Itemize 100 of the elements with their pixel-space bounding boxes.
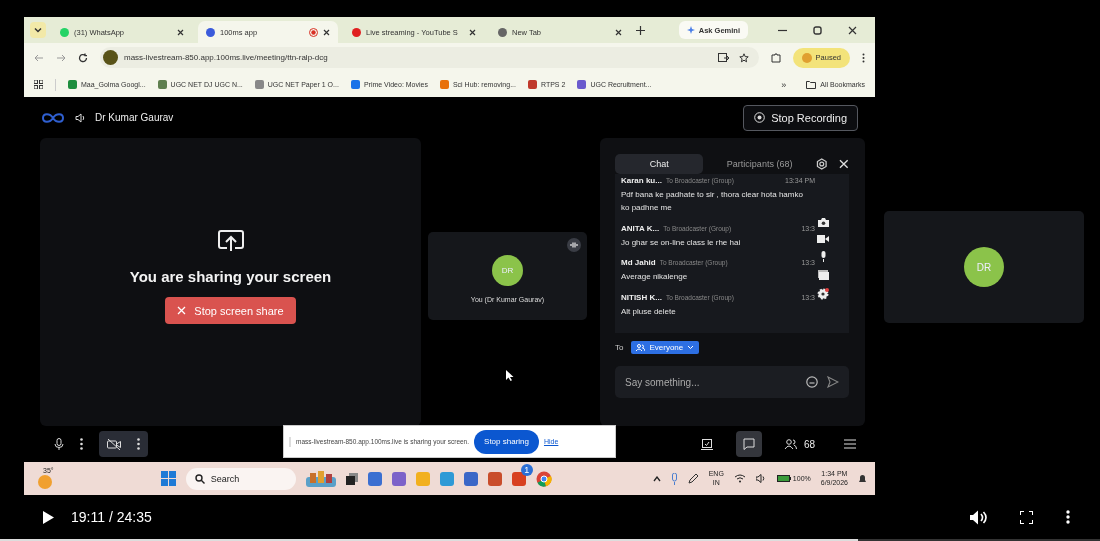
apps-icon[interactable] <box>34 80 43 89</box>
pen-icon[interactable] <box>687 473 699 484</box>
sender-name: Md Jahid <box>621 258 656 268</box>
play-icon[interactable] <box>43 510 54 524</box>
chat-tab[interactable]: Chat <box>615 154 704 174</box>
message-text: Average nikalenge <box>621 271 689 284</box>
avatar: DR <box>492 255 523 286</box>
close-icon[interactable] <box>469 28 476 36</box>
chevron-up-icon[interactable] <box>652 475 661 482</box>
camera-off-icon[interactable] <box>107 438 121 450</box>
host-name: Dr Kumar Gaurav <box>95 112 174 123</box>
volume-icon[interactable] <box>755 474 767 483</box>
people-icon <box>636 344 646 351</box>
windows-start-icon[interactable] <box>160 471 176 486</box>
camera-control[interactable] <box>99 431 148 457</box>
taskbar-app-icon[interactable] <box>367 471 382 486</box>
search-icon <box>194 473 205 484</box>
caret-icon <box>687 345 695 350</box>
taskbar-app-icon[interactable] <box>305 470 336 487</box>
notification-icon[interactable] <box>858 473 867 484</box>
sender-name: ANITA K... <box>621 223 660 233</box>
sender-name: NITISH K... <box>621 293 662 303</box>
more-icon[interactable] <box>80 438 83 450</box>
video-icon[interactable] <box>817 235 829 243</box>
gear-icon[interactable] <box>817 288 829 300</box>
logo-icon <box>40 110 66 125</box>
stop-sharing-button[interactable]: Stop sharing <box>474 429 539 454</box>
people-icon <box>783 438 797 450</box>
settings-icon[interactable] <box>815 158 828 170</box>
fullscreen-icon[interactable] <box>1020 510 1033 524</box>
message-text: Jo ghar se on-line class le rhe hai <box>621 236 742 249</box>
site-icon <box>60 27 69 37</box>
back-icon[interactable] <box>34 52 44 63</box>
participants-button[interactable]: 68 <box>777 431 821 457</box>
browser-icon[interactable] <box>535 470 552 487</box>
chat-tab[interactable]: Participants (68) <box>715 154 804 174</box>
audio-level-icon <box>567 238 581 252</box>
chat-button[interactable] <box>735 431 762 457</box>
volume-icon[interactable] <box>970 509 987 525</box>
reload-icon[interactable] <box>78 52 88 63</box>
recipient-dropdown[interactable]: Everyone <box>631 341 700 354</box>
site-icon <box>498 27 507 37</box>
message-input[interactable]: Say something... <box>615 366 849 398</box>
drag-handle[interactable] <box>289 436 291 447</box>
wifi-icon[interactable] <box>733 474 746 483</box>
battery-icon <box>776 475 791 482</box>
playback-time: 19:11 / 24:35 <box>71 509 152 525</box>
address-bar[interactable]: mass-livestream-850.app.100ms.live/meeting/ttn-ralp-dcg <box>100 47 759 68</box>
close-icon <box>177 306 187 315</box>
sparkle-icon <box>686 26 695 34</box>
stop-recording-button[interactable]: Stop Recording <box>743 104 858 131</box>
chat-icon <box>742 438 755 450</box>
tab-menu-icon[interactable] <box>30 22 46 38</box>
camera-icon[interactable] <box>817 218 829 227</box>
close-icon[interactable] <box>615 28 622 36</box>
avatar: DR <box>964 247 1004 287</box>
message-text: Alt pluse delete <box>621 306 677 319</box>
record-icon <box>754 112 766 123</box>
window-icon[interactable] <box>817 270 829 280</box>
taskbar-app-icon[interactable] <box>511 471 526 486</box>
more-bookmarks[interactable]: » <box>781 79 787 90</box>
taskbar-search[interactable]: Search <box>185 467 296 490</box>
microphone-icon[interactable] <box>819 251 827 262</box>
send-icon[interactable] <box>827 376 839 388</box>
restore-icon[interactable] <box>813 25 822 35</box>
notification-badge: 1 <box>520 463 533 476</box>
task-view-icon[interactable] <box>345 472 358 485</box>
close-icon[interactable] <box>177 28 184 36</box>
sender-name: Karan ku... <box>621 176 662 185</box>
extensions-icon[interactable] <box>770 52 781 63</box>
menu-icon <box>844 439 856 449</box>
bookmark-icon <box>528 80 537 89</box>
cast-icon[interactable] <box>717 52 729 63</box>
sharing-message: You are sharing your screen <box>129 268 332 285</box>
site-icon <box>103 50 118 65</box>
speaker-icon <box>75 112 86 123</box>
taskbar-app-icon[interactable] <box>391 471 406 486</box>
bookmark-icon <box>157 80 167 89</box>
microphone-icon[interactable] <box>54 437 64 451</box>
taskbar-app-icon[interactable] <box>487 471 502 486</box>
taskbar-app-icon[interactable] <box>463 471 478 486</box>
bookmark-icon <box>439 80 449 89</box>
close-icon[interactable] <box>848 25 857 35</box>
forward-icon[interactable] <box>56 52 66 63</box>
menu-icon[interactable] <box>862 52 865 63</box>
site-icon <box>352 27 361 37</box>
star-icon[interactable] <box>738 52 749 63</box>
sun-icon <box>38 474 52 489</box>
cursor-icon <box>506 370 514 381</box>
close-icon[interactable] <box>323 28 330 36</box>
emoji-icon[interactable] <box>806 376 818 388</box>
more-icon[interactable] <box>1066 510 1070 524</box>
to-label: To <box>615 343 624 352</box>
more-icon[interactable] <box>137 438 140 450</box>
bookmark-icon <box>68 80 77 89</box>
whiteboard-icon <box>700 438 713 450</box>
site-icon <box>206 27 215 37</box>
avatar-icon <box>801 52 812 63</box>
new-tab-icon[interactable] <box>636 25 645 35</box>
stop-screen-share-button[interactable]: Stop screen share <box>165 297 296 324</box>
